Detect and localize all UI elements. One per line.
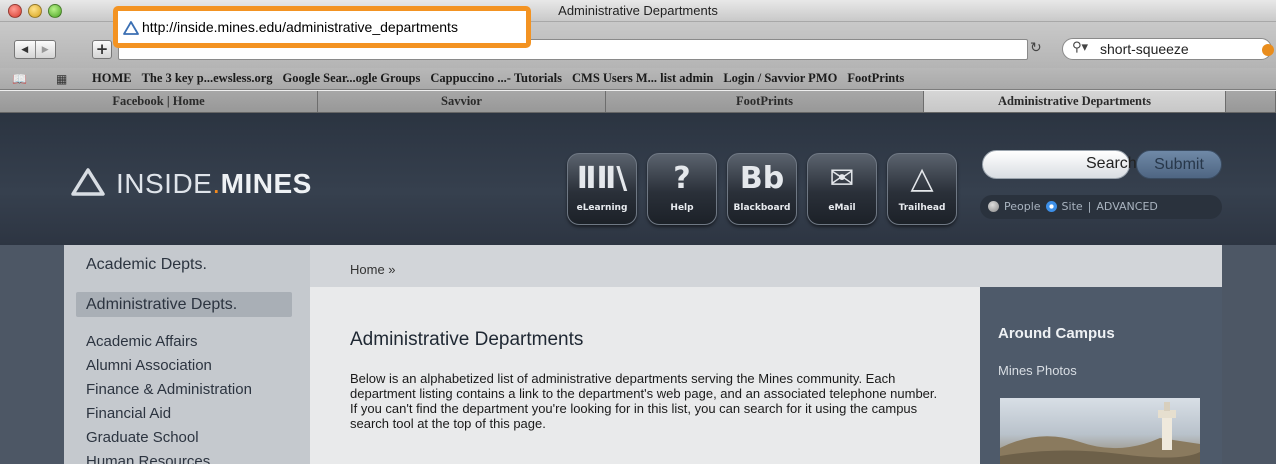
nav-item[interactable]: Graduate School — [86, 426, 252, 450]
campus-photo[interactable] — [1000, 398, 1200, 464]
quick-link-elearning[interactable]: ⅡⅡ\ eLearning — [567, 153, 637, 225]
nav-academic-depts[interactable]: Academic Depts. — [86, 256, 207, 274]
tab-bar-filler — [1226, 91, 1276, 112]
tab-bar: Facebook | Home Savvior FootPrints Administ… — [0, 91, 1276, 113]
tab-2[interactable]: Savvior — [318, 91, 606, 112]
mail-icon: ✉ — [829, 161, 855, 196]
help-icon: ? — [673, 161, 691, 196]
search-scope-options: People Site | ADVANCED — [988, 200, 1158, 213]
scope-separator: | — [1087, 200, 1092, 213]
add-bookmark-button[interactable]: + — [92, 40, 112, 59]
tab-4[interactable]: Administrative Departments — [924, 91, 1226, 112]
back-button[interactable]: ◀ — [15, 41, 35, 58]
site-header: INSIDE.MINES ⅡⅡ\ eLearning? Help Bb Blackboa… — [0, 113, 1276, 245]
intro-text: Below is an alphabetized list of adminis… — [350, 371, 938, 431]
mines-logo-icon — [71, 168, 105, 196]
blackboard-icon: Bb — [739, 161, 785, 196]
bookmark-item[interactable]: Google Sear...ogle Groups — [283, 71, 421, 86]
nav-item[interactable]: Financial Aid — [86, 402, 252, 426]
campus-photo-drawing — [1000, 402, 1200, 464]
quick-link-label: Blackboard — [733, 203, 791, 213]
bookmark-item[interactable]: CMS Users M... list admin — [572, 71, 713, 86]
logo-prefix: INSIDE — [116, 168, 213, 199]
search-go-icon[interactable] — [1262, 44, 1274, 56]
quick-links: ⅡⅡ\ eLearning? Help Bb Blackboard ✉ eMail △ Trai… — [567, 153, 957, 225]
bookmark-item[interactable]: Login / Savvior PMO — [723, 71, 837, 86]
site-favicon-icon — [123, 21, 139, 35]
browser-search-query: short-squeeze — [1100, 41, 1189, 57]
people-label: People — [1004, 200, 1041, 213]
nav-item[interactable]: Human Resources — [86, 450, 252, 464]
around-campus-heading: Around Campus — [998, 325, 1115, 342]
bookmark-item[interactable]: Cappuccino ...- Tutorials — [430, 71, 562, 86]
nav-item[interactable]: Academic Affairs — [86, 330, 252, 354]
quick-link-trailhead[interactable]: △ Trailhead — [887, 153, 957, 225]
bookmark-item[interactable]: The 3 key p...ewsless.org — [142, 71, 273, 86]
quick-link-label: Trailhead — [898, 203, 946, 213]
tab-1[interactable]: Facebook | Home — [0, 91, 318, 112]
breadcrumb[interactable]: Home » — [350, 262, 396, 277]
site-radio[interactable] — [1045, 201, 1057, 212]
nav-department-list: Academic Affairs Alumni Association Financ… — [86, 330, 252, 464]
book-icon[interactable]: 📖 — [12, 72, 27, 86]
quick-link-email[interactable]: ✉ eMail — [807, 153, 877, 225]
site-label: Site — [1061, 200, 1083, 213]
mines-photos-link[interactable]: Mines Photos — [998, 363, 1077, 378]
search-icon: ⚲▾ — [1072, 40, 1089, 55]
quick-link-label: eMail — [828, 203, 856, 213]
people-radio[interactable] — [988, 201, 999, 212]
bookmark-item[interactable]: HOME — [92, 71, 132, 86]
logo-suffix: MINES — [220, 168, 312, 199]
main-content: Administrative Departments Below is an a… — [310, 287, 980, 464]
quick-link-blackboard[interactable]: Bb Blackboard — [727, 153, 797, 225]
nav-item[interactable]: Alumni Association — [86, 354, 252, 378]
back-forward-buttons: ◀ ▶ — [14, 40, 56, 59]
tab-3[interactable]: FootPrints — [606, 91, 924, 112]
site-search-placeholder: Search — [1086, 155, 1137, 172]
breadcrumb-bar — [310, 245, 1222, 287]
quick-link-label: eLearning — [576, 203, 628, 213]
forward-button[interactable]: ▶ — [34, 41, 56, 58]
quick-link-label: Help — [670, 203, 694, 213]
url-field[interactable]: http://inside.mines.edu/administrative_d… — [142, 19, 458, 35]
reload-icon[interactable]: ↻ — [1030, 40, 1042, 56]
nav-administrative-depts[interactable]: Administrative Depts. — [76, 292, 292, 317]
trailhead-icon: △ — [910, 161, 934, 196]
advanced-search-link[interactable]: ADVANCED — [1096, 200, 1157, 213]
books-icon: ⅡⅡ\ — [576, 161, 628, 196]
site-logo[interactable]: INSIDE.MINES — [116, 168, 312, 200]
submit-button[interactable]: Submit — [1136, 150, 1222, 179]
logo-dot: . — [212, 168, 221, 199]
bookmarks-bar: 📖 ▦ HOME The 3 key p...ewsless.org Google … — [0, 68, 1276, 90]
grid-icon[interactable]: ▦ — [56, 72, 67, 86]
bookmark-list: HOME The 3 key p...ewsless.org Google Sear… — [92, 71, 904, 86]
nav-item[interactable]: Finance & Administration — [86, 378, 252, 402]
quick-link-help[interactable]: ? Help — [647, 153, 717, 225]
page-title: Administrative Departments — [350, 329, 584, 350]
bookmark-item[interactable]: FootPrints — [847, 71, 904, 86]
